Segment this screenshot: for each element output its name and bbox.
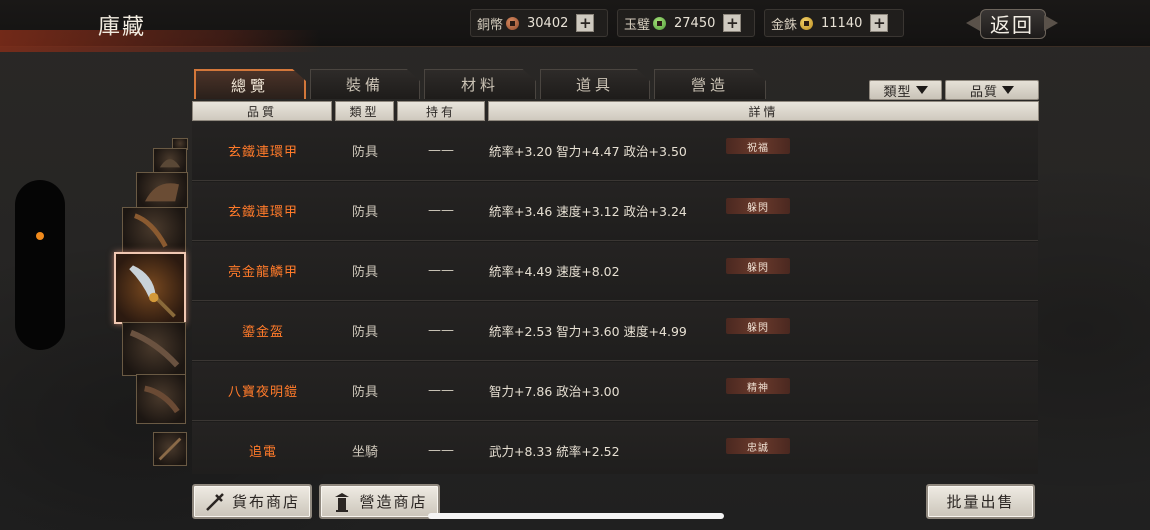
table-row[interactable]: 玄鐵連環甲 防具 —— 統率+3.20 智力+4.47 政治+3.50 祝福 [192,122,1038,181]
table-row[interactable]: 玄鐵連環甲 防具 —— 統率+3.46 速度+3.12 政治+3.24 躲閃 [192,182,1038,241]
trait-badge: 祝福 [726,138,790,154]
item-name: 玄鐵連環甲 [227,144,298,160]
notification-dot [36,232,44,240]
construction-shop-button[interactable]: 營造商店 [319,484,440,519]
item-details: 統率+4.49 速度+8.02 [489,263,620,279]
glaive-icon [129,265,176,318]
dragon-blade-icon [129,329,180,368]
helmet-icon [159,159,181,168]
tab-items[interactable]: 道具 [540,69,650,99]
item-thumbnail-selected[interactable] [114,252,186,324]
table-row[interactable]: 亮金龍鱗甲 防具 —— 統率+4.49 速度+8.02 躲閃 [192,242,1038,301]
page-title: 庫藏 [98,15,147,40]
item-thumbnail[interactable] [122,322,186,376]
trait-badge: 精神 [726,378,790,394]
add-gold-button[interactable]: + [870,14,889,32]
add-jade-button[interactable]: + [723,14,742,32]
item-type: 防具 [351,384,378,400]
item-details: 統率+3.46 速度+3.12 政治+3.24 [489,203,687,219]
item-details: 智力+7.86 政治+3.00 [489,383,620,399]
armor-icon [145,183,179,202]
gold-coin-icon [800,16,814,30]
item-thumbnail[interactable] [136,374,186,424]
bulk-sell-button[interactable]: 批量出售 [926,484,1035,519]
bulk-sell-label: 批量出售 [946,493,1015,511]
item-type: 防具 [351,144,378,160]
sword-shop-icon [206,492,224,511]
back-wing-left [966,15,980,31]
item-details: 武力+8.33 統率+2.52 [489,443,620,459]
quality-filter-dropdown[interactable]: 品質 [945,80,1039,100]
currency-jade-label: 玉璧 [624,17,651,33]
item-owned: —— [428,262,454,278]
item-owned: —— [428,382,454,398]
item-type: 坐騎 [351,444,378,460]
item-name: 鎏金盔 [241,324,284,340]
item-name: 八寶夜明鎧 [227,384,298,400]
side-menu-handle[interactable] [15,180,65,350]
add-copper-button[interactable]: + [576,14,595,32]
trait-badge: 躲閃 [726,318,790,334]
currency-gold: 金銖 11140 + [764,9,904,37]
item-type: 防具 [351,204,378,220]
item-owned: —— [428,202,454,218]
item-owned: —— [428,442,454,458]
item-type: 防具 [351,324,378,340]
item-thumbnail[interactable] [122,207,186,255]
triangle-down-icon [1002,86,1014,94]
sword-icon [133,213,168,248]
item-details: 統率+3.20 智力+4.47 政治+3.50 [489,143,687,159]
item-owned: —— [428,322,454,338]
type-filter-label: 類型 [883,84,912,100]
table-row[interactable]: 鎏金盔 防具 —— 統率+2.53 智力+3.60 速度+4.99 躲閃 [192,302,1038,361]
construction-shop-label: 營造商店 [359,493,428,511]
tab-materials[interactable]: 材料 [424,69,536,99]
item-name: 追電 [248,444,277,460]
tower-icon [335,492,350,512]
tab-equipment[interactable]: 裝備 [310,69,420,99]
tab-construction[interactable]: 營造 [654,69,766,99]
back-button[interactable]: 返回 [964,7,1060,39]
column-header-quality[interactable]: 品質 [192,101,332,121]
copper-coin-icon [506,16,520,30]
trait-badge: 躲閃 [726,198,790,214]
jade-coin-icon [653,16,667,30]
title-glow [0,30,320,52]
currency-copper-label: 銅幣 [477,17,504,33]
tab-overview[interactable]: 總覽 [194,69,306,99]
axe-icon [144,385,180,414]
item-type: 防具 [351,264,378,280]
table-row[interactable]: 追電 坐騎 —— 武力+8.33 統率+2.52 忠誠 [192,422,1038,474]
item-name: 玄鐵連環甲 [227,204,298,220]
table-row[interactable]: 八寶夜明鎧 防具 —— 智力+7.86 政治+3.00 精神 [192,362,1038,421]
spear-icon [158,437,182,461]
item-table: 玄鐵連環甲 防具 —— 統率+3.20 智力+4.47 政治+3.50 祝福 玄… [192,122,1038,474]
triangle-down-icon [915,86,928,94]
currency-jade: 玉璧 27450 + [617,9,755,37]
item-name: 亮金龍鱗甲 [227,264,298,280]
home-indicator[interactable] [428,513,724,519]
currency-gold-label: 金銖 [771,17,798,33]
trait-badge: 忠誠 [726,438,790,454]
item-thumbnail[interactable] [153,432,187,466]
column-header-type[interactable]: 類型 [335,101,394,121]
type-filter-dropdown[interactable]: 類型 [869,80,942,100]
back-wing-right [1044,15,1058,31]
currency-jade-value: 27450 [674,15,716,31]
item-details: 統率+2.53 智力+3.60 速度+4.99 [489,323,687,339]
item-thumbnail[interactable] [136,172,188,208]
top-bar: 庫藏 銅幣 30402 + 玉璧 27450 + 金銖 11140 + 返回 [0,0,1150,52]
item-owned: —— [428,142,454,158]
currency-copper: 銅幣 30402 + [470,9,608,37]
currency-gold-value: 11140 [821,15,863,31]
quality-filter-label: 品質 [969,84,998,100]
currency-shop-button[interactable]: 貨布商店 [192,484,312,519]
currency-copper-value: 30402 [527,15,569,31]
trait-badge: 躲閃 [726,258,790,274]
back-label: 返回 [990,12,1034,37]
column-header-details[interactable]: 詳情 [488,101,1039,121]
currency-shop-label: 貨布商店 [231,493,300,511]
column-header-owned[interactable]: 持有 [397,101,485,121]
item-thumbnail[interactable] [153,148,187,173]
